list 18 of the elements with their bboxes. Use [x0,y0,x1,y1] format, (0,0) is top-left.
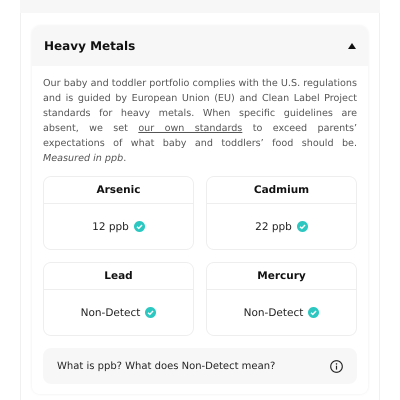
standards-link[interactable]: our own standards [138,123,242,134]
metal-value: Non-Detect [80,306,140,318]
caret-icon [348,43,356,49]
check-icon [145,307,156,318]
metal-value: Non-Detect [244,306,304,318]
metal-name: Lead [44,263,193,290]
metal-name: Mercury [207,263,356,290]
faq-button[interactable]: What is ppb? What does Non-Detect mean? [43,348,357,384]
metal-value: 22 ppb [255,220,292,232]
check-icon [296,221,308,232]
info-icon [330,360,343,372]
description-text: Our baby and toddler portfolio complies with the U.S. regulations and is guided by European Union (EU) and Clean Label Project standards for heavy metals. When specific guidelines are absent, we set our own standards to exceed parents’ expectations of what baby and toddlers’ food should be. Measured in ppb. [43,77,357,166]
metal-value: 12 ppb [92,220,129,232]
metal-name: Cadmium [207,177,356,204]
check-icon [134,221,145,232]
check-icon [308,307,320,318]
metal-name: Arsenic [44,177,193,204]
accordion-header[interactable]: Heavy Metals [32,26,368,66]
